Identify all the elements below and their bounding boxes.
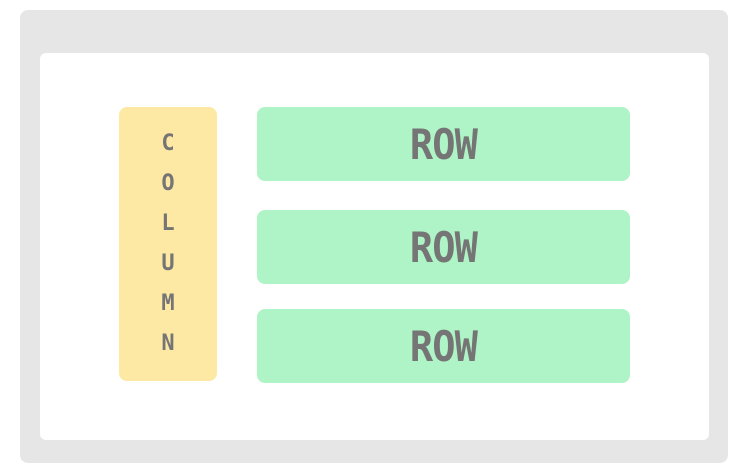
column-letter: L (161, 211, 175, 236)
column-letter: N (161, 331, 175, 356)
row-label: ROW (409, 321, 478, 371)
row-box-3: ROW (257, 309, 630, 383)
outer-frame: C O L U M N ROW ROW ROW (20, 10, 728, 463)
row-label: ROW (409, 119, 478, 169)
column-letter: U (161, 251, 175, 276)
diagram-canvas: C O L U M N ROW ROW ROW (40, 53, 709, 440)
column-box: C O L U M N (119, 107, 217, 381)
row-label: ROW (409, 222, 478, 272)
column-letter: C (161, 131, 175, 156)
row-box-1: ROW (257, 107, 630, 181)
column-letter: M (161, 291, 175, 316)
row-box-2: ROW (257, 210, 630, 284)
column-letter: O (161, 171, 175, 196)
